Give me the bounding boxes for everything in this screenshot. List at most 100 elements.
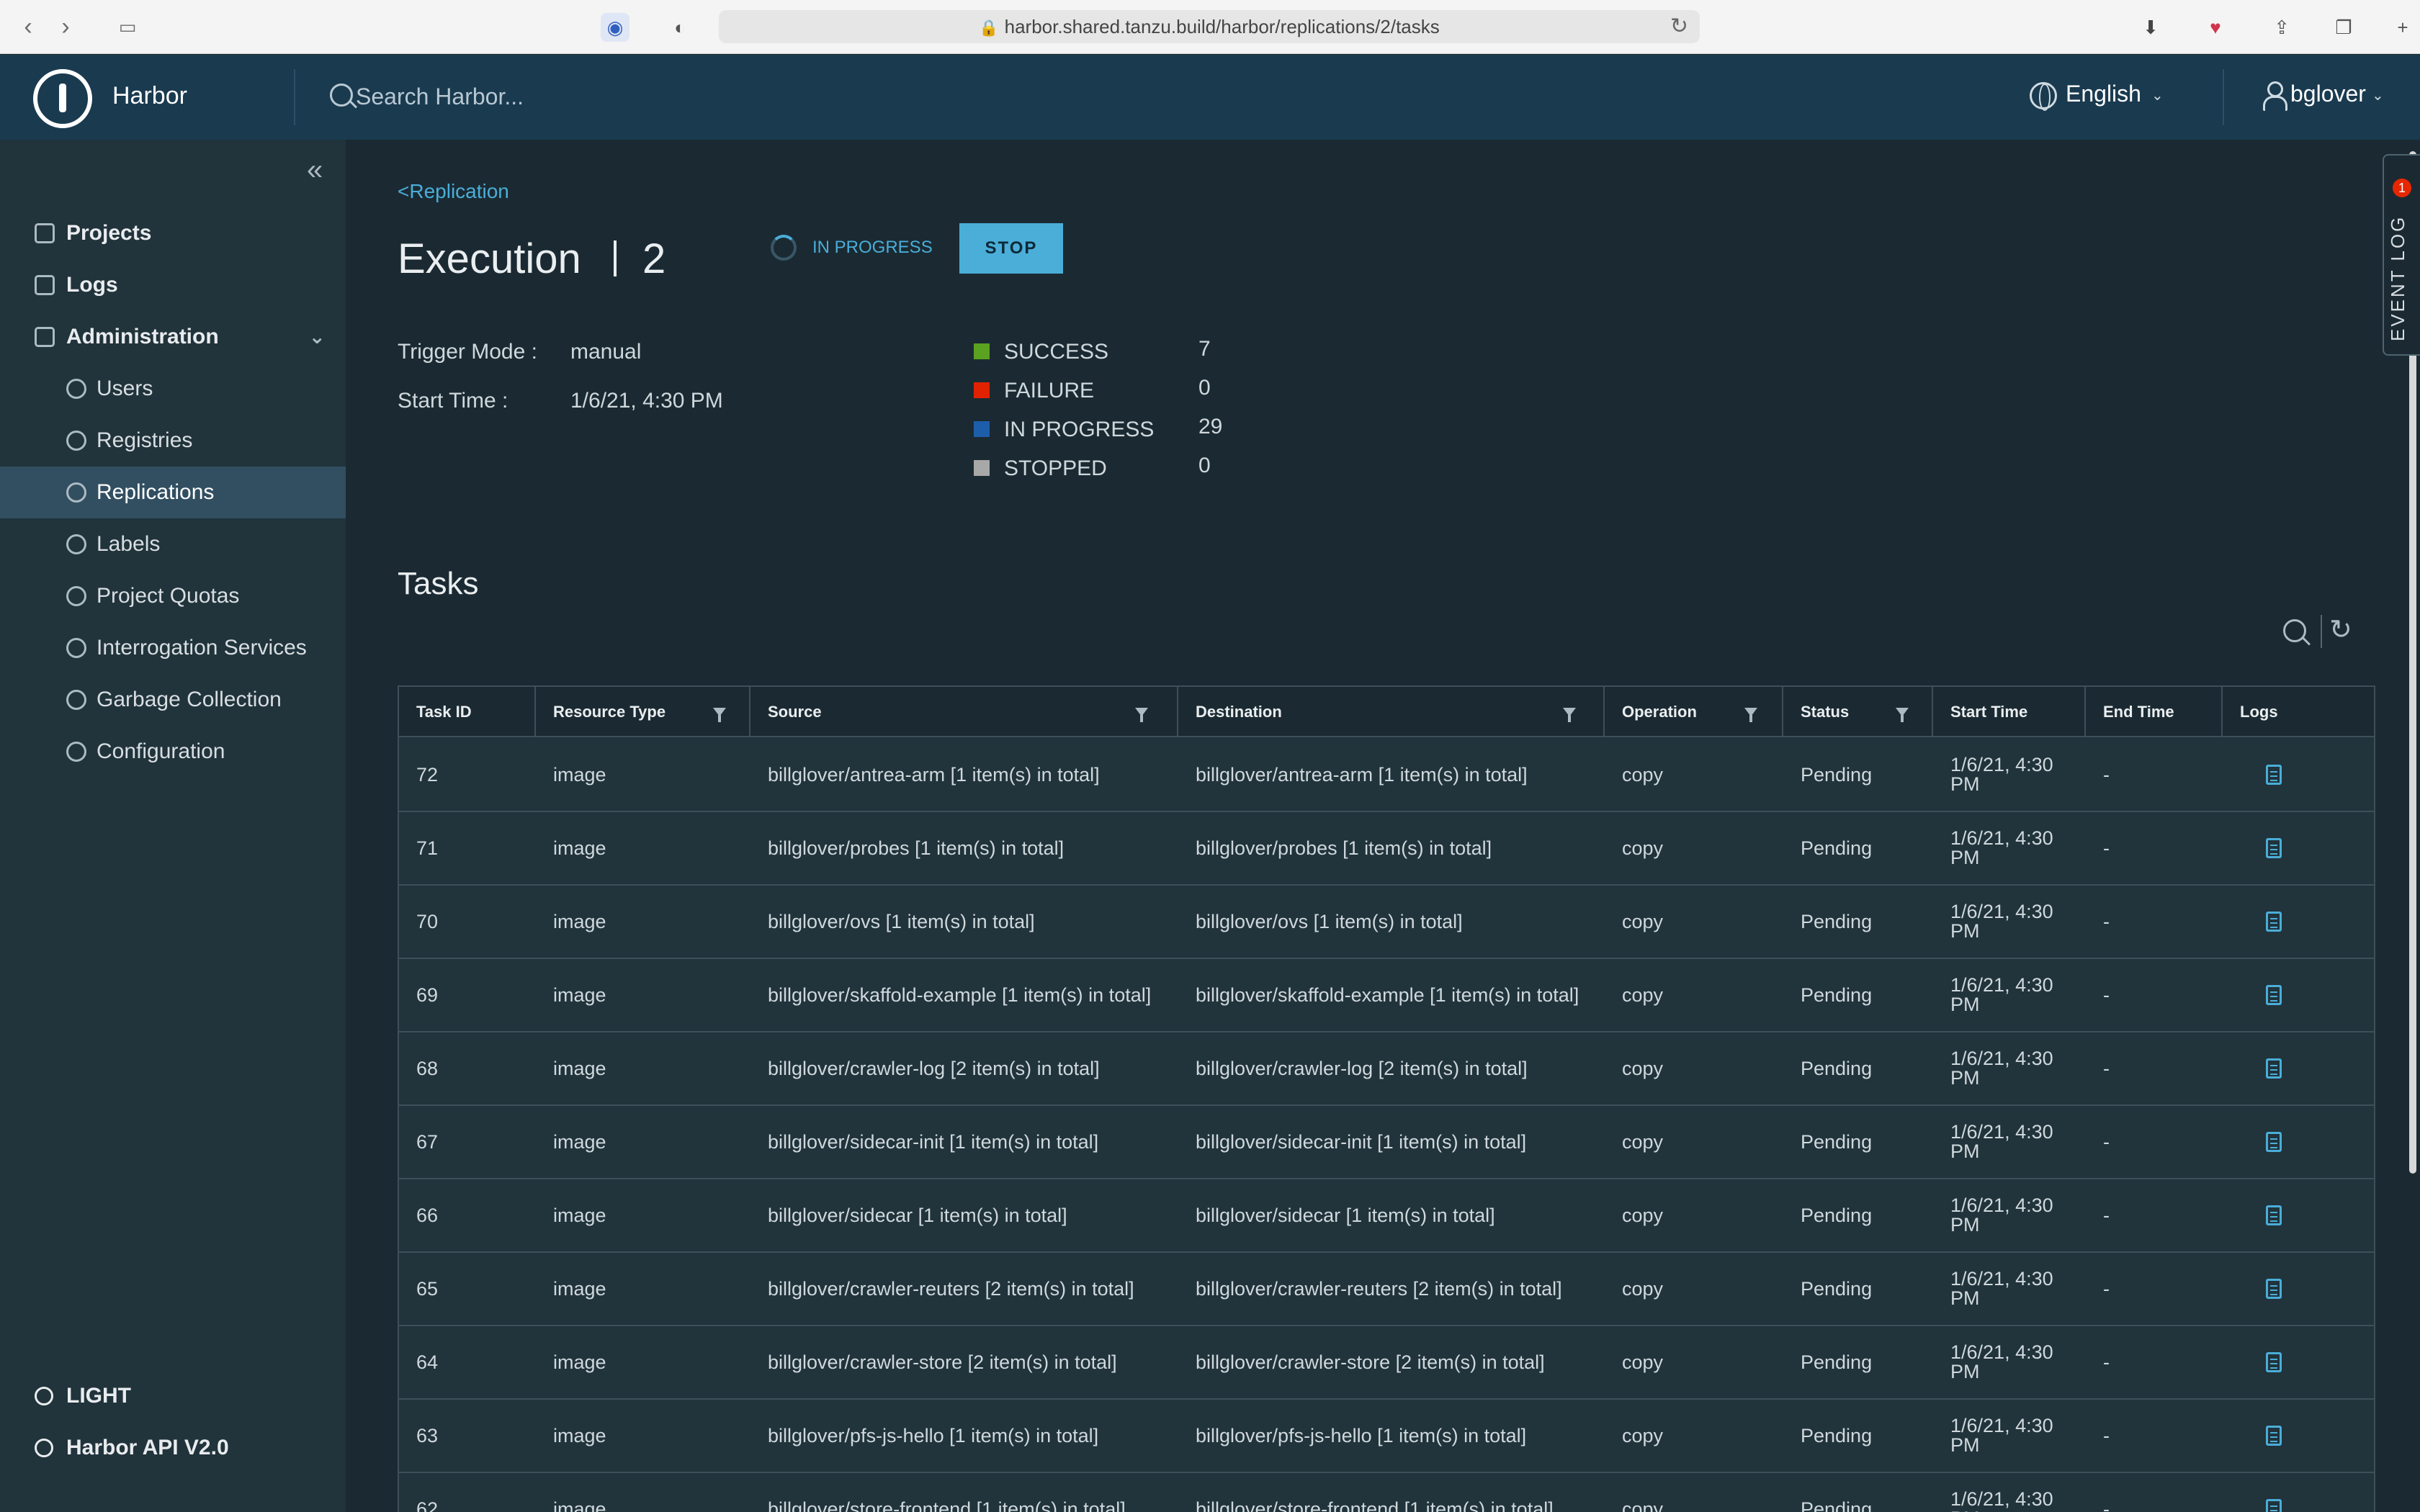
view-log-icon[interactable]	[2266, 765, 2282, 785]
view-log-icon[interactable]	[2266, 1499, 2282, 1512]
task-id-cell: 67	[416, 1130, 439, 1153]
column-header[interactable]: End Time	[2086, 687, 2223, 737]
resource-type-cell: image	[553, 1277, 606, 1300]
status-cell: Pending	[1801, 1204, 1873, 1226]
end-time-cell: -	[2103, 1057, 2110, 1079]
language-selector[interactable]: English ⌄	[2030, 81, 2164, 111]
column-header[interactable]: Logs	[2223, 687, 2374, 737]
destination-cell: billglover/pfs-js-hello [1 item(s) in to…	[1196, 1424, 1527, 1446]
address-bar[interactable]: 🔒 harbor.shared.tanzu.build/harbor/replic…	[719, 10, 1700, 43]
sidebar-item-interrogation-services[interactable]: Interrogation Services	[0, 622, 346, 674]
failure-label: FAILURE	[1004, 379, 1095, 402]
view-log-icon[interactable]	[2266, 1426, 2282, 1446]
view-log-icon[interactable]	[2266, 1132, 2282, 1152]
column-header[interactable]: Destination	[1178, 687, 1605, 737]
start-time-cell: 1/6/21, 4:30 PM	[1950, 1488, 2053, 1512]
shield-extension-icon[interactable]: ◐	[666, 13, 694, 42]
source-cell: billglover/ovs [1 item(s) in total]	[768, 910, 1035, 932]
sidebar-item-registries[interactable]: Registries	[0, 415, 346, 467]
header-divider	[294, 69, 295, 125]
execution-id: 2	[642, 235, 666, 282]
table-row: 67 image billglover/sidecar-init [1 item(s…	[399, 1106, 2374, 1179]
view-log-icon[interactable]	[2266, 1058, 2282, 1079]
browser-back-icon[interactable]: ‹	[16, 12, 40, 42]
tabs-icon[interactable]: ❐	[2329, 13, 2358, 42]
column-header[interactable]: Task ID	[399, 687, 536, 737]
view-log-icon[interactable]	[2266, 1279, 2282, 1299]
browser-forward-icon[interactable]: ›	[53, 12, 78, 42]
password-manager-icon[interactable]: ◉	[601, 13, 629, 42]
harbor-logo-icon[interactable]	[33, 69, 92, 128]
view-log-icon[interactable]	[2266, 1352, 2282, 1372]
sidebar-item-label: Garbage Collection	[97, 688, 282, 711]
sidebar-item-logs[interactable]: Logs	[0, 259, 346, 311]
pocket-icon[interactable]: ♥	[2201, 13, 2230, 42]
language-label: English	[2066, 81, 2141, 107]
back-to-replication-link[interactable]: <Replication	[398, 180, 509, 203]
status-cell: Pending	[1801, 763, 1873, 786]
filter-icon[interactable]	[1896, 708, 1909, 722]
filter-icon[interactable]	[1744, 708, 1757, 722]
source-cell: billglover/probes [1 item(s) in total]	[768, 837, 1065, 859]
resource-type-cell: image	[553, 1351, 606, 1373]
column-header[interactable]: Start Time	[1933, 687, 2086, 737]
sidebar-item-labels[interactable]: Labels	[0, 518, 346, 570]
filter-icon[interactable]	[1135, 708, 1148, 722]
status-cell: Pending	[1801, 984, 1873, 1006]
sidebar-item-label: Registries	[97, 428, 193, 452]
resource-type-cell: image	[553, 910, 606, 932]
table-row: 62 image billglover/store-frontend [1 item…	[399, 1473, 2374, 1512]
stop-button[interactable]: STOP	[959, 223, 1063, 274]
filter-icon[interactable]	[713, 708, 726, 722]
sidebar-item-project-quotas[interactable]: Project Quotas	[0, 570, 346, 622]
view-log-icon[interactable]	[2266, 985, 2282, 1005]
end-time-cell: -	[2103, 984, 2110, 1006]
view-log-icon[interactable]	[2266, 838, 2282, 858]
column-header[interactable]: Source	[750, 687, 1178, 737]
sun-icon	[35, 1387, 53, 1405]
reload-icon[interactable]: ↻	[1670, 10, 1688, 43]
new-tab-icon[interactable]: +	[2388, 13, 2417, 42]
end-time-cell: -	[2103, 1130, 2110, 1153]
source-cell: billglover/skaffold-example [1 item(s) i…	[768, 984, 1152, 1006]
view-log-icon[interactable]	[2266, 912, 2282, 932]
user-menu[interactable]: bglover ⌄	[2262, 81, 2384, 111]
task-id-cell: 63	[416, 1424, 439, 1446]
shield-icon	[66, 638, 86, 658]
brand-name[interactable]: Harbor	[112, 82, 187, 110]
destination-cell: billglover/antrea-arm [1 item(s) in tota…	[1196, 763, 1528, 786]
collapse-sidebar-icon[interactable]: «	[307, 154, 323, 186]
sidebar-item-administration[interactable]: Administration ⌄	[0, 311, 346, 363]
resource-type-cell: image	[553, 1130, 606, 1153]
resource-type-cell: image	[553, 1057, 606, 1079]
source-cell: billglover/pfs-js-hello [1 item(s) in to…	[768, 1424, 1099, 1446]
sidebar-item-replications[interactable]: Replications	[0, 467, 346, 518]
global-search-input[interactable]	[356, 76, 860, 117]
sidebar-toggle-icon[interactable]: ▭	[108, 12, 147, 42]
operation-cell: copy	[1622, 984, 1664, 1006]
sidebar-item-configuration[interactable]: Configuration	[0, 726, 346, 778]
search-tasks-icon[interactable]	[2283, 619, 2306, 642]
sidebar-item-projects[interactable]: Projects	[0, 207, 346, 259]
users-icon	[66, 379, 86, 399]
operation-cell: copy	[1622, 1057, 1664, 1079]
sidebar-item-users[interactable]: Users	[0, 363, 346, 415]
share-icon[interactable]: ⇪	[2267, 13, 2296, 42]
column-header[interactable]: Status	[1783, 687, 1933, 737]
search-icon	[330, 84, 353, 107]
api-link[interactable]: Harbor API V2.0	[35, 1436, 229, 1460]
task-id-cell: 62	[416, 1498, 439, 1512]
sidebar-item-garbage-collection[interactable]: Garbage Collection	[0, 674, 346, 726]
browser-toolbar: ‹ › ▭ ◉ ◐ 🔒 harbor.shared.tanzu.build/har…	[0, 0, 2420, 54]
end-time-cell: -	[2103, 1204, 2110, 1226]
sidebar: « Projects Logs Administration ⌄ Users R…	[0, 140, 346, 1512]
theme-toggle[interactable]: LIGHT	[35, 1384, 131, 1408]
refresh-icon[interactable]: ↻	[2329, 613, 2352, 646]
filter-icon[interactable]	[1563, 708, 1576, 722]
table-row: 68 image billglover/crawler-log [2 item(s)…	[399, 1032, 2374, 1106]
download-icon[interactable]: ⬇	[2136, 13, 2165, 42]
destination-cell: billglover/crawler-reuters [2 item(s) in…	[1196, 1277, 1562, 1300]
view-log-icon[interactable]	[2266, 1205, 2282, 1225]
success-count: 7	[1198, 337, 1211, 361]
end-time-cell: -	[2103, 763, 2110, 786]
